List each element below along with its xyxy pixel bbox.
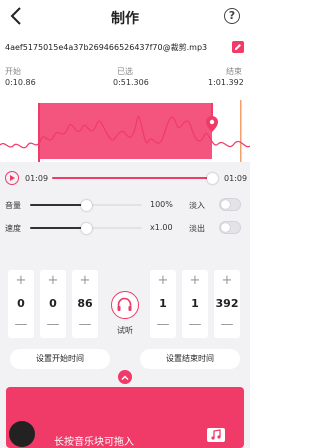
playhead-line: [240, 100, 242, 162]
stepper-value: 0: [49, 297, 57, 310]
music-block[interactable]: 长按音乐块可拖入: [6, 387, 244, 448]
disc-icon: [9, 421, 35, 447]
start-ms-stepper: + 86 —: [72, 270, 98, 338]
selected-value: 0:51.306: [113, 78, 149, 87]
end-ms-stepper: + 392 —: [214, 270, 240, 338]
stepper-value: 86: [77, 297, 93, 310]
volume-label: 音量: [5, 201, 21, 210]
file-name: 4aef5175015e4a37b269466526437f70@裁剪.mp3: [5, 43, 208, 52]
start-value: 0:10.86: [5, 78, 36, 87]
volume-value: 100%: [150, 200, 173, 209]
speed-fill: [30, 227, 86, 229]
increment-button[interactable]: +: [182, 274, 208, 288]
decrement-button[interactable]: —: [214, 318, 240, 332]
speed-knob[interactable]: [80, 222, 92, 234]
stepper-value: 392: [215, 297, 239, 310]
listen-label: 试听: [117, 326, 133, 335]
stepper-value: 1: [159, 297, 167, 310]
listen-button[interactable]: [111, 291, 139, 319]
play-button[interactable]: [5, 171, 19, 185]
increment-button[interactable]: +: [150, 274, 176, 288]
start-minute-stepper: + 0 —: [8, 270, 34, 338]
page-title: 制作: [111, 11, 139, 27]
drag-hint: 长按音乐块可拖入: [54, 437, 134, 448]
current-time: 01:09: [25, 174, 49, 183]
end-minute-stepper: + 1 —: [150, 270, 176, 338]
fade-in-toggle[interactable]: [219, 198, 241, 211]
speed-label: 速度: [5, 224, 21, 233]
total-time: 01:09: [224, 174, 248, 183]
stepper-value: 1: [191, 297, 199, 310]
collapse-button[interactable]: [118, 370, 132, 384]
file-row: 4aef5175015e4a37b269466526437f70@裁剪.mp3: [0, 40, 250, 58]
headphones-icon: [117, 297, 132, 311]
end-second-stepper: + 1 —: [182, 270, 208, 338]
start-label: 开始: [5, 67, 21, 76]
end-value: 1:01.392: [208, 78, 244, 87]
fade-out-toggle[interactable]: [219, 221, 241, 234]
end-label: 结束: [226, 67, 242, 76]
help-icon[interactable]: ?: [224, 8, 240, 24]
decrement-button[interactable]: —: [150, 318, 176, 332]
start-handle-line: [38, 103, 40, 171]
set-end-time-button[interactable]: 设置结束时间: [140, 349, 240, 369]
increment-button[interactable]: +: [72, 274, 98, 288]
decrement-button[interactable]: —: [182, 318, 208, 332]
decrement-button[interactable]: —: [72, 318, 98, 332]
set-start-time-button[interactable]: 设置开始时间: [10, 349, 110, 369]
decrement-button[interactable]: —: [8, 318, 34, 332]
stepper-value: 0: [17, 297, 25, 310]
selected-label: 已选: [117, 67, 133, 76]
app-header: 制作 ?: [0, 0, 250, 34]
edit-icon[interactable]: [231, 40, 245, 54]
fade-in-label: 淡入: [189, 201, 205, 210]
music-note-icon: [207, 428, 225, 442]
speed-value: x1.00: [150, 223, 173, 232]
fade-out-label: 淡出: [189, 224, 205, 233]
volume-knob[interactable]: [80, 199, 92, 211]
decrement-button[interactable]: —: [40, 318, 66, 332]
chevron-up-icon: [121, 375, 129, 381]
start-second-stepper: + 0 —: [40, 270, 66, 338]
increment-button[interactable]: +: [40, 274, 66, 288]
progress-fill: [52, 177, 212, 179]
progress-knob[interactable]: [206, 172, 218, 184]
volume-fill: [30, 204, 86, 206]
increment-button[interactable]: +: [214, 274, 240, 288]
increment-button[interactable]: +: [8, 274, 34, 288]
